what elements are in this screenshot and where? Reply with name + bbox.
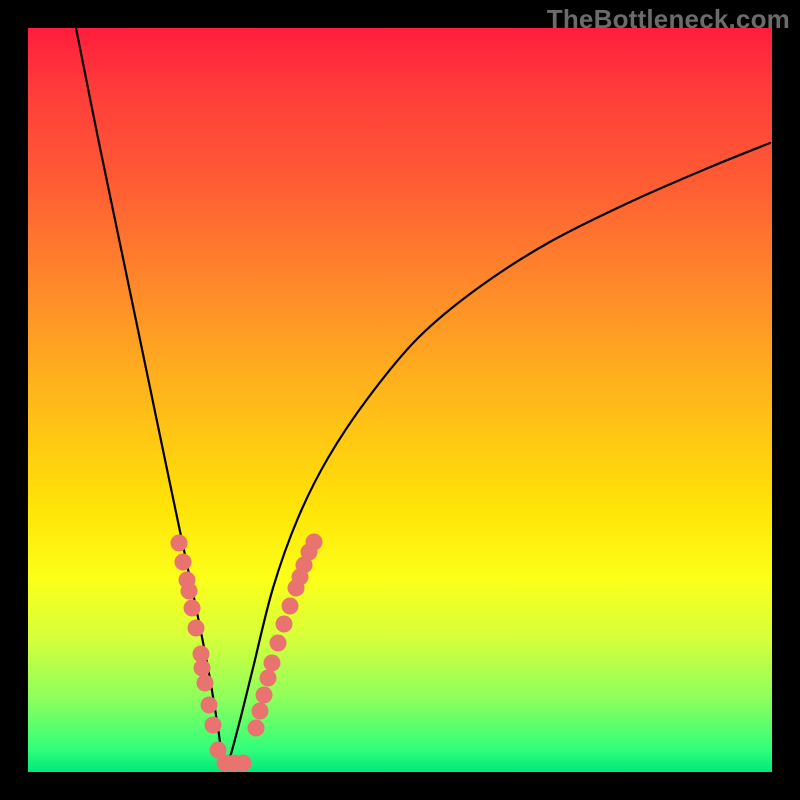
bottleneck-curve	[76, 28, 770, 767]
marker-dot	[264, 655, 281, 672]
marker-dot	[306, 534, 323, 551]
marker-dot	[235, 755, 252, 772]
marker-dot	[184, 600, 201, 617]
marker-group	[171, 534, 323, 772]
marker-dot	[248, 720, 265, 737]
marker-dot	[270, 635, 287, 652]
marker-dot	[181, 583, 198, 600]
marker-dot	[276, 616, 293, 633]
marker-dot	[282, 598, 299, 615]
marker-dot	[201, 697, 218, 714]
marker-dot	[194, 660, 211, 677]
marker-dot	[188, 620, 205, 637]
marker-dot	[171, 535, 188, 552]
marker-dot	[252, 703, 269, 720]
marker-dot	[197, 675, 214, 692]
marker-dot	[260, 670, 277, 687]
marker-dot	[175, 554, 192, 571]
marker-dot	[205, 717, 222, 734]
outer-frame: TheBottleneck.com	[0, 0, 800, 800]
chart-svg	[28, 28, 772, 772]
marker-dot	[256, 687, 273, 704]
plot-area	[28, 28, 772, 772]
